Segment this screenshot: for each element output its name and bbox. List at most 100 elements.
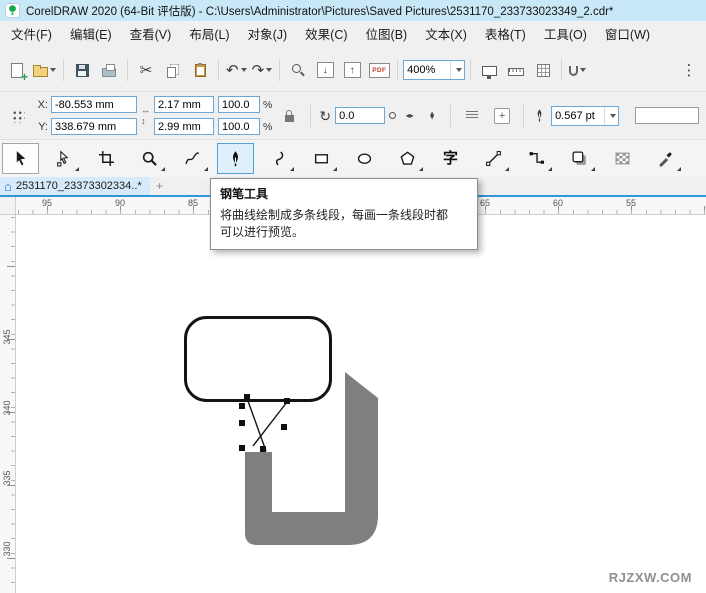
- connector-tool[interactable]: [518, 143, 555, 174]
- menu-item-table[interactable]: 表格(T): [476, 21, 535, 49]
- mirror-vertical-button[interactable]: ◂▸: [423, 106, 442, 125]
- ruler-label: 90: [114, 198, 126, 208]
- zoom-tool[interactable]: [131, 143, 168, 174]
- line-tool[interactable]: [475, 143, 512, 174]
- drop-shadow-tool[interactable]: [561, 143, 598, 174]
- redo-icon: ↷: [251, 61, 265, 79]
- snap-options-button[interactable]: [567, 57, 588, 83]
- toolbar-overflow-button[interactable]: ⋮: [676, 57, 702, 83]
- rotation-angle-input[interactable]: [335, 107, 386, 124]
- save-button[interactable]: [69, 57, 95, 83]
- quick-customize-icon: +: [494, 107, 511, 124]
- path-node[interactable]: [239, 445, 245, 451]
- menu-item-object[interactable]: 对象(J): [239, 21, 297, 49]
- menu-item-view[interactable]: 查看(V): [121, 21, 181, 49]
- pen-tool[interactable]: [217, 143, 254, 174]
- path-node[interactable]: [284, 398, 290, 404]
- show-rulers-button[interactable]: [503, 57, 529, 83]
- menu-item-text[interactable]: 文本(X): [416, 21, 476, 49]
- rectangle-tool[interactable]: [303, 143, 340, 174]
- pen-path-nodes[interactable]: [239, 394, 290, 452]
- menu-item-tools[interactable]: 工具(O): [535, 21, 596, 49]
- bezier-tool-icon: [275, 151, 284, 166]
- cut-button[interactable]: ✂: [133, 57, 159, 83]
- mirror-horizontal-button[interactable]: ◂▸: [400, 106, 419, 125]
- transparency-tool[interactable]: [604, 143, 641, 174]
- path-node[interactable]: [281, 424, 287, 430]
- new-tab-button[interactable]: +: [150, 177, 170, 195]
- new-document-button[interactable]: +: [4, 57, 30, 83]
- pick-tool[interactable]: [2, 143, 39, 174]
- x-position-input[interactable]: [51, 96, 137, 113]
- menu-item-layout[interactable]: 布局(L): [180, 21, 238, 49]
- document-tab-label: 2531170_23373302334..*: [15, 180, 142, 192]
- paste-button[interactable]: [187, 57, 213, 83]
- path-node[interactable]: [260, 446, 266, 452]
- pick-tool-icon: [16, 151, 26, 166]
- active-document-tab[interactable]: ⌂ 2531170_23373302334..*: [0, 177, 150, 195]
- full-screen-preview-button[interactable]: [476, 57, 502, 83]
- tooltip-text-line1: 将曲线绘制成多条线段，每画一条线段时都: [220, 208, 449, 222]
- rectangle-tool-icon: [314, 154, 329, 164]
- polygon-tool[interactable]: [389, 143, 426, 174]
- home-icon[interactable]: ⌂: [4, 180, 12, 193]
- outline-color-swatch[interactable]: [635, 107, 699, 124]
- snap-dropdown-caret: [580, 68, 587, 72]
- show-grid-button[interactable]: [530, 57, 556, 83]
- propbar-separator: [523, 104, 525, 127]
- ruler-label: 95: [41, 198, 53, 208]
- scale-y-input[interactable]: [218, 118, 260, 135]
- quick-customize-button[interactable]: +: [489, 103, 515, 129]
- menu-item-window[interactable]: 窗口(W): [596, 21, 659, 49]
- menu-item-file[interactable]: 文件(F): [2, 21, 61, 49]
- import-icon: ↓: [316, 62, 334, 78]
- path-node[interactable]: [239, 420, 245, 426]
- eyedropper-tool[interactable]: [647, 143, 684, 174]
- object-height-input[interactable]: [154, 118, 214, 135]
- redo-dropdown-caret: [266, 68, 273, 72]
- menu-item-bitmaps[interactable]: 位图(B): [357, 21, 417, 49]
- propbar-separator: [310, 104, 312, 127]
- zoom-level-input[interactable]: [404, 64, 451, 76]
- open-button[interactable]: [31, 57, 58, 83]
- undo-button[interactable]: ↶: [224, 57, 249, 83]
- import-button[interactable]: ↓: [312, 57, 338, 83]
- object-width-input[interactable]: [154, 96, 214, 113]
- object-size-group: [154, 95, 214, 137]
- scale-x-input[interactable]: [218, 96, 260, 113]
- ellipse-tool[interactable]: [346, 143, 383, 174]
- redo-button[interactable]: ↷: [250, 57, 275, 83]
- copy-button[interactable]: [160, 57, 186, 83]
- outline-width-input[interactable]: [552, 109, 605, 122]
- coreldraw-window: CorelDRAW 2020 (64-Bit 评估版) - C:\Users\A…: [0, 0, 706, 593]
- export-button[interactable]: ↑: [339, 57, 365, 83]
- path-node[interactable]: [244, 394, 250, 400]
- drawing-canvas[interactable]: RJZXW.COM: [16, 215, 706, 593]
- y-position-input[interactable]: [51, 118, 137, 135]
- publish-pdf-button[interactable]: PDF: [366, 57, 392, 83]
- shape-tool[interactable]: [45, 143, 82, 174]
- wrap-text-button[interactable]: [459, 103, 485, 129]
- ruler-label: 85: [187, 198, 199, 208]
- vertical-ruler[interactable]: 345 340 335 330: [0, 215, 16, 593]
- lock-ratio-button[interactable]: [276, 103, 302, 129]
- degree-icon: [389, 112, 397, 119]
- freehand-tool-icon: [185, 152, 199, 164]
- path-node[interactable]: [239, 403, 245, 409]
- print-button[interactable]: [96, 57, 122, 83]
- zoom-dropdown-button[interactable]: [450, 61, 464, 79]
- bezier-tool[interactable]: [260, 143, 297, 174]
- search-content-button[interactable]: [285, 57, 311, 83]
- menu-item-effects[interactable]: 效果(C): [296, 21, 356, 49]
- menu-item-edit[interactable]: 编辑(E): [61, 21, 121, 49]
- standard-toolbar: + ✂ ↶ ↷ ↓ ↑ PDF 400% ⋮: [0, 49, 706, 91]
- freehand-tool[interactable]: [174, 143, 211, 174]
- crop-tool[interactable]: [88, 143, 125, 174]
- ruler-label: 55: [625, 198, 637, 208]
- text-tool[interactable]: 字: [432, 143, 469, 174]
- outline-width-dropdown-button[interactable]: [604, 106, 618, 125]
- connector-tool-icon: [529, 152, 544, 164]
- pen-tool-tooltip: 钢笔工具 将曲线绘制成多条线段，每画一条线段时都 可以进行预览。: [210, 178, 478, 250]
- rounded-rectangle-object[interactable]: [184, 316, 332, 402]
- object-origin-button[interactable]: [5, 103, 31, 129]
